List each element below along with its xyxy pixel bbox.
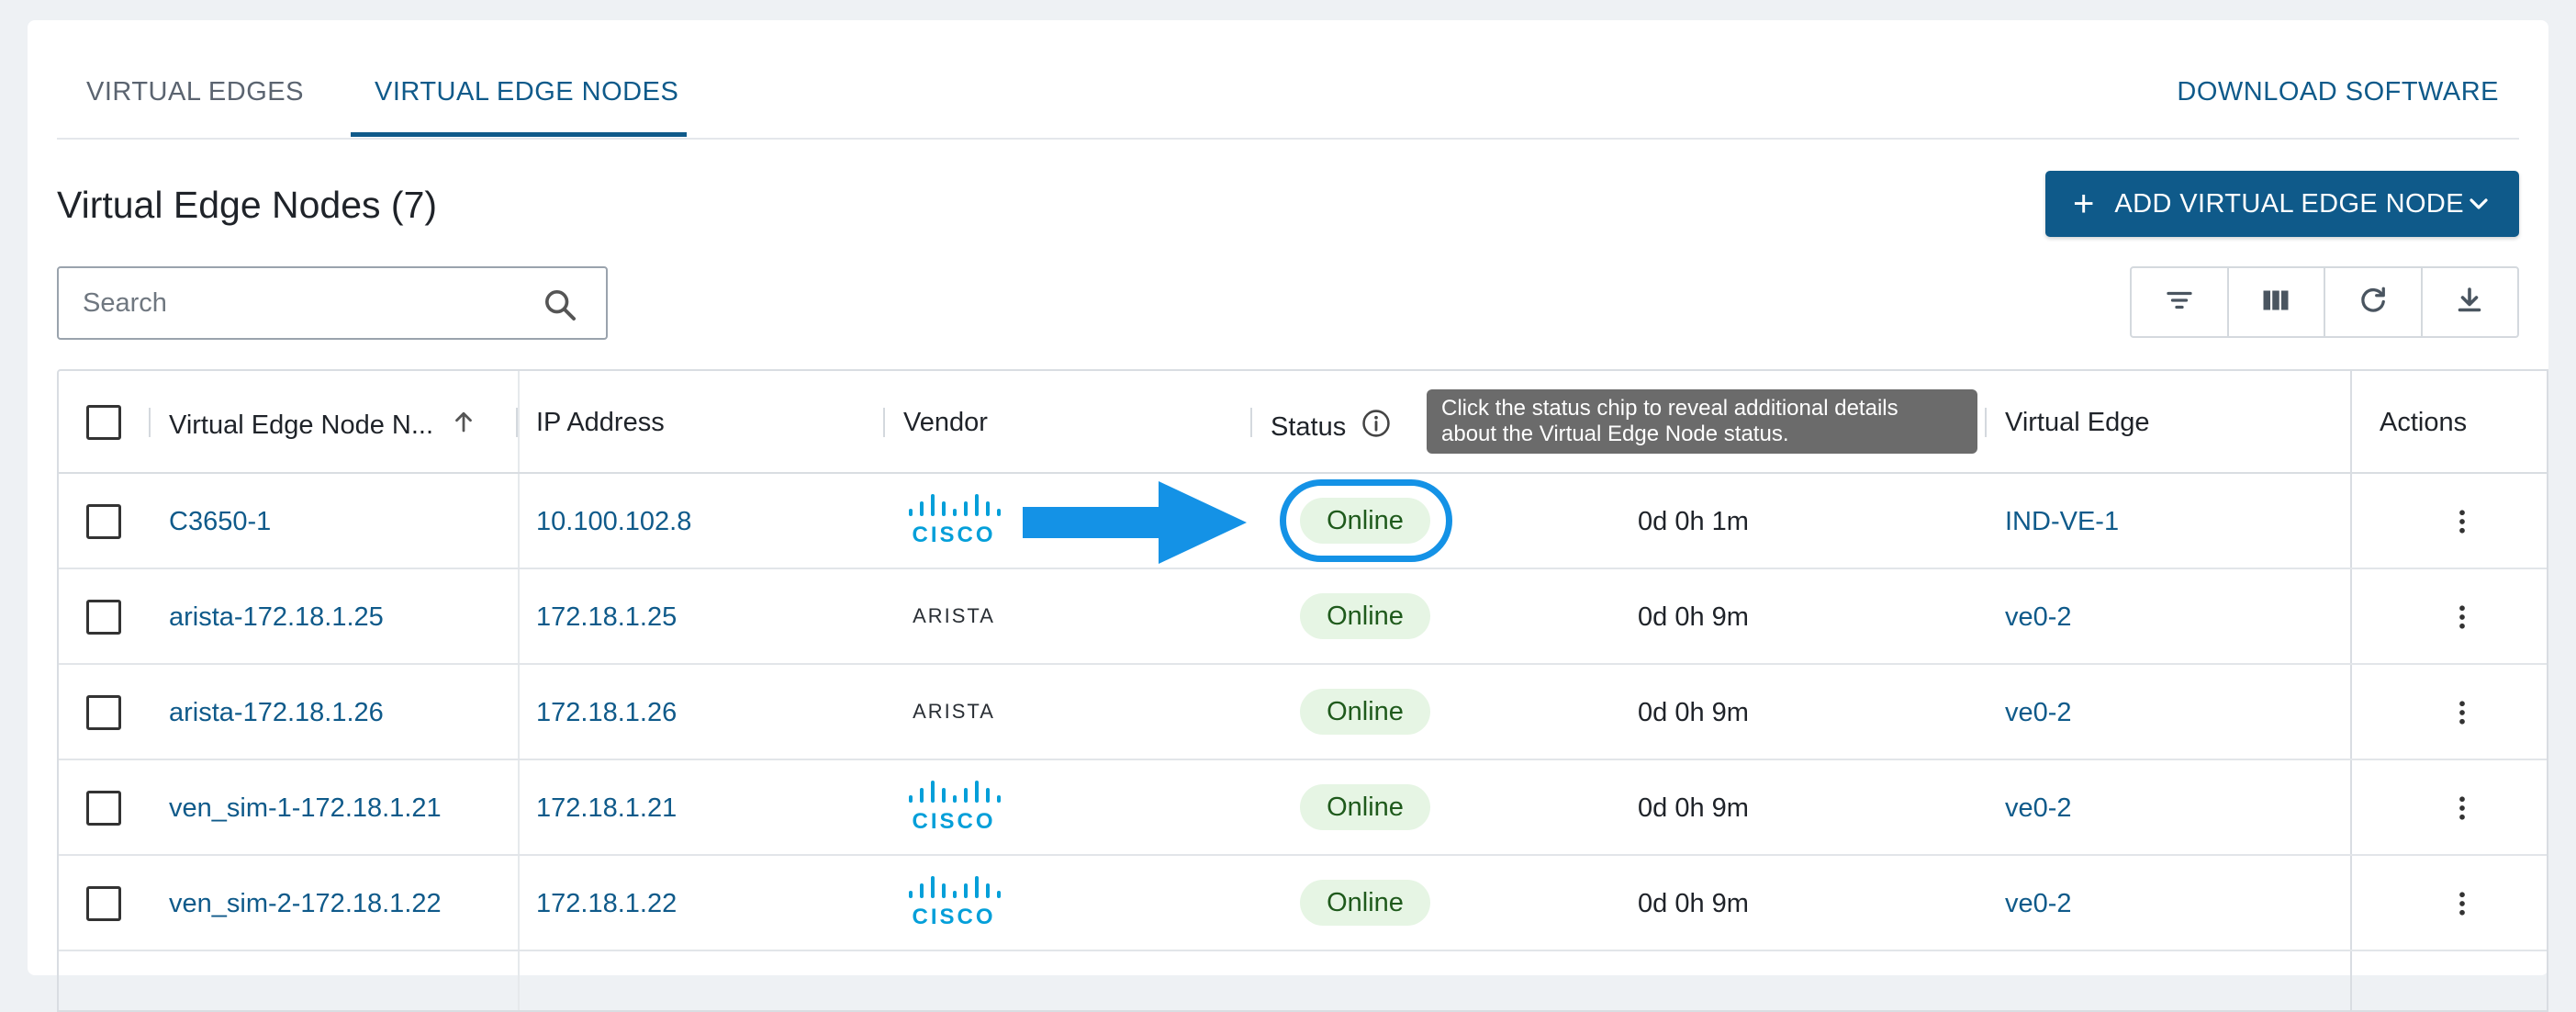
more-actions-icon[interactable]: [2446, 792, 2479, 829]
table-header: Virtual Edge Node N... IP Address Vendor…: [59, 371, 2547, 474]
main-card: VIRTUAL EDGES VIRTUAL EDGE NODES DOWNLOA…: [28, 20, 2548, 1012]
row-checkbox[interactable]: [86, 695, 121, 730]
plus-icon: +: [2073, 184, 2095, 224]
virtual-edge-nodes-table: Virtual Edge Node N... IP Address Vendor…: [57, 369, 2548, 1012]
column-header-name[interactable]: Virtual Edge Node N...: [169, 408, 477, 443]
status-chip[interactable]: Online: [1300, 880, 1430, 926]
table-row: ven_sim-1-172.18.1.21 172.18.1.21 CISCO …: [59, 760, 2547, 856]
add-virtual-edge-node-button[interactable]: + ADD VIRTUAL EDGE NODE: [2045, 171, 2519, 237]
tooltip-line-1: Click the status chip to reveal addition…: [1441, 396, 1898, 421]
uptime-value: 0d 0h 1m: [1638, 507, 1749, 536]
column-header-vendor[interactable]: Vendor: [903, 408, 988, 438]
row-checkbox[interactable]: [86, 791, 121, 826]
export-button[interactable]: [2423, 268, 2518, 336]
column-header-actions: Actions: [2380, 408, 2468, 437]
tab-virtual-edge-nodes[interactable]: VIRTUAL EDGE NODES: [375, 77, 678, 107]
status-tooltip: Click the status chip to reveal addition…: [1427, 389, 1977, 454]
callout-arrow-icon: [1021, 479, 1249, 570]
uptime-value: 0d 0h 9m: [1638, 698, 1749, 727]
row-checkbox[interactable]: [86, 504, 121, 539]
add-button-label: ADD VIRTUAL EDGE NODE: [2114, 188, 2465, 219]
column-header-virtual-edge[interactable]: Virtual Edge: [2005, 408, 2149, 438]
svg-text:ARISTA: ARISTA: [913, 604, 995, 627]
chevron-down-icon[interactable]: [2464, 189, 2493, 223]
more-actions-icon[interactable]: [2446, 887, 2479, 925]
row-checkbox[interactable]: [86, 886, 121, 921]
node-name-link[interactable]: ven_sim-2-172.18.1.22: [169, 889, 442, 919]
ip-address-link[interactable]: 172.18.1.21: [536, 793, 677, 824]
node-name-link[interactable]: arista-172.18.1.25: [169, 602, 384, 633]
column-header-ip[interactable]: IP Address: [536, 408, 665, 438]
uptime-value: 0d 0h 9m: [1638, 793, 1749, 823]
cisco-logo: CISCO: [903, 876, 1004, 935]
select-all-checkbox[interactable]: [86, 405, 121, 440]
virtual-edge-link[interactable]: ve0-2: [2005, 602, 2072, 633]
table-row: ven_sim-2-172.18.1.22 172.18.1.22 CISCO …: [59, 856, 2547, 951]
table-row: C3650-1 10.100.102.8 CISCO Online 0d 0h …: [59, 474, 2547, 569]
svg-text:CISCO: CISCO: [912, 523, 995, 545]
ip-address-link[interactable]: 172.18.1.26: [536, 698, 677, 728]
arista-logo: ARISTA: [903, 700, 1004, 731]
svg-text:CISCO: CISCO: [912, 905, 995, 928]
column-separator: [149, 408, 151, 437]
info-icon[interactable]: [1361, 408, 1392, 446]
filter-icon: [2163, 284, 2196, 321]
column-header-status[interactable]: Status: [1271, 408, 1392, 446]
status-chip[interactable]: Online: [1300, 593, 1430, 639]
tab-bar: VIRTUAL EDGES VIRTUAL EDGE NODES DOWNLOA…: [57, 20, 2519, 140]
status-chip[interactable]: Online: [1300, 784, 1430, 830]
more-actions-icon[interactable]: [2446, 696, 2479, 734]
svg-text:ARISTA: ARISTA: [913, 700, 995, 723]
virtual-edge-link[interactable]: ve0-2: [2005, 889, 2072, 919]
table-row: arista-172.18.1.25 172.18.1.25 ARISTA On…: [59, 569, 2547, 665]
status-chip[interactable]: Online: [1300, 498, 1430, 544]
filter-button[interactable]: [2132, 268, 2229, 336]
column-separator: [1250, 408, 1252, 437]
virtual-edge-link[interactable]: IND-VE-1: [2005, 507, 2119, 537]
column-separator: [883, 408, 885, 437]
uptime-value: 0d 0h 9m: [1638, 602, 1749, 632]
row-checkbox[interactable]: [86, 600, 121, 635]
search-box: [57, 266, 608, 340]
virtual-edge-link[interactable]: ve0-2: [2005, 793, 2072, 824]
cisco-logo: CISCO: [903, 494, 1004, 553]
ip-address-link[interactable]: 172.18.1.25: [536, 602, 677, 633]
column-separator: [1985, 408, 1987, 437]
cisco-logo: CISCO: [903, 781, 1004, 839]
more-actions-icon[interactable]: [2446, 601, 2479, 638]
columns-icon: [2259, 284, 2292, 321]
refresh-button[interactable]: [2325, 268, 2423, 336]
page-title: Virtual Edge Nodes (7): [57, 184, 438, 226]
download-software-link[interactable]: DOWNLOAD SOFTWARE: [2177, 77, 2499, 107]
svg-text:CISCO: CISCO: [912, 809, 995, 832]
columns-button[interactable]: [2229, 268, 2325, 336]
ip-address-link[interactable]: 10.100.102.8: [536, 507, 691, 537]
node-name-link[interactable]: C3650-1: [169, 507, 271, 537]
more-actions-icon[interactable]: [2446, 505, 2479, 543]
active-tab-indicator: [351, 132, 687, 137]
virtual-edge-link[interactable]: ve0-2: [2005, 698, 2072, 728]
download-icon: [2453, 284, 2486, 321]
arista-logo: ARISTA: [903, 604, 1004, 635]
status-chip[interactable]: Online: [1300, 689, 1430, 735]
tab-virtual-edges[interactable]: VIRTUAL EDGES: [86, 77, 304, 107]
table-toolbar: [2130, 266, 2519, 338]
node-name-link[interactable]: arista-172.18.1.26: [169, 698, 384, 728]
tooltip-line-2: about the Virtual Edge Node status.: [1441, 422, 1789, 446]
refresh-icon: [2357, 284, 2390, 321]
uptime-value: 0d 0h 9m: [1638, 889, 1749, 918]
column-separator: [516, 408, 518, 437]
search-input[interactable]: [83, 285, 523, 321]
node-name-link[interactable]: ven_sim-1-172.18.1.21: [169, 793, 442, 824]
search-icon[interactable]: [542, 287, 578, 328]
table-row: arista-172.18.1.26 172.18.1.26 ARISTA On…: [59, 665, 2547, 760]
sort-ascending-icon[interactable]: [450, 408, 477, 443]
ip-address-link[interactable]: 172.18.1.22: [536, 889, 677, 919]
